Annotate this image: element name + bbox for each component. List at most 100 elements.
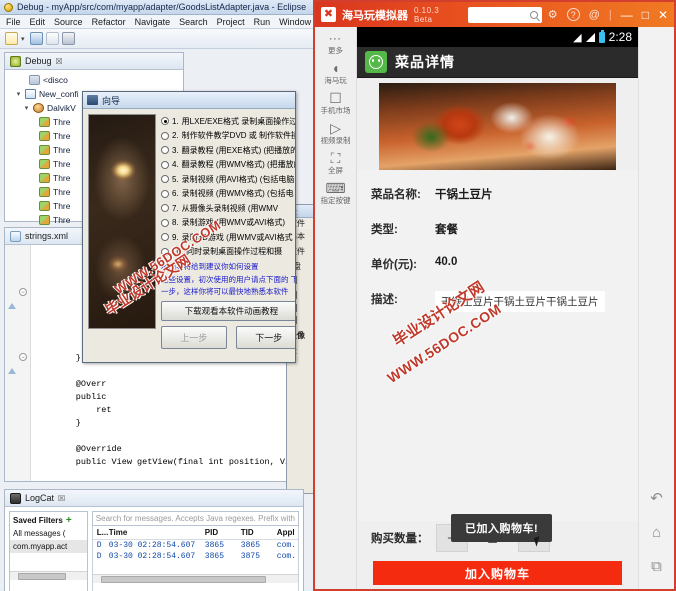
add-to-cart-button[interactable]: 加入购物车 [373,561,622,585]
logcat-search-input[interactable]: Search for messages. Accepts Java regexe… [91,511,299,526]
tab-logcat[interactable]: LogCat ☒ [5,490,303,507]
radio-icon[interactable] [161,218,169,227]
radio-icon[interactable] [161,160,169,169]
menu-project[interactable]: Project [217,17,245,27]
option-number: 4. [172,160,179,170]
radio-icon[interactable] [161,131,169,140]
scroll-thumb[interactable] [18,572,66,580]
logcat-hscrollbar[interactable] [92,574,298,583]
minimize-button[interactable]: — [621,8,633,22]
radio-icon[interactable] [161,175,169,184]
option-number: 10. [172,247,184,257]
gear-icon[interactable]: ⚙ [548,8,558,21]
wizard-option-9[interactable]: 9. 录制3D游戏 (用WMV或AVI格式 [161,230,295,245]
field-type: 类型: 套餐 [371,221,638,237]
menu-navigate[interactable]: Navigate [135,17,171,27]
radio-icon[interactable] [161,247,169,256]
tree-item-label: Thre [53,215,71,225]
sidebar-item-keymap[interactable]: ⌨ 指定按键 [315,178,357,208]
filter-com-myapp[interactable]: com.myapp.act [10,540,87,553]
tree-item-label: New_confi [39,89,79,99]
home-icon[interactable]: ⌂ [652,525,661,541]
chevron-down-icon[interactable]: ▾ [23,104,30,112]
close-icon[interactable]: ☒ [56,57,63,66]
menu-run[interactable]: Run [254,17,271,27]
radio-icon[interactable] [161,117,169,126]
filters-hscrollbar[interactable] [10,571,87,580]
override-marker-icon [8,368,16,374]
logcat-messages: Search for messages. Accepts Java regexe… [91,511,299,591]
field-label: 单价(元): [371,259,417,271]
wizard-dialog[interactable]: 向导 1. 用LXE/EXE格式 录制桌面操作过 2. 制作软件教学DVD 或 制作… [82,91,296,363]
account-icon[interactable]: @ [589,9,600,21]
field-dish-name: 菜品名称: 干锅土豆片 [371,186,638,202]
close-icon[interactable]: ☒ [58,494,65,503]
table-row[interactable]: D 03-30 02:28:54.607 3865 3865 com. [93,540,298,551]
tree-item-label: Thre [53,201,71,211]
recents-icon[interactable]: ⧉ [651,559,662,575]
radio-icon[interactable] [161,204,169,213]
wizard-option-10[interactable]: 10. 同时录制桌面操作过程和摄 [161,245,295,260]
radio-icon[interactable] [161,146,169,155]
eclipse-workbench: Debug ☒ <disco ▾ New_confi ▾ DalvikV Thr… [0,49,330,591]
emulator-version: 0.10.3 Beta [414,5,440,24]
sidebar-item-more[interactable]: ⋯ 更多 [315,29,357,58]
scroll-thumb[interactable] [100,575,266,583]
wizard-option-2[interactable]: 2. 制作软件教学DVD 或 制作软件操 [161,129,295,144]
field-value: 40.0 [435,256,458,268]
chevron-down-icon[interactable]: ▾ [15,90,22,98]
purchase-area: 购买数量： − 2 + 已加入购物车! 加入购物车 [357,514,638,589]
status-clock: 2:28 [608,30,632,44]
menu-edit[interactable]: Edit [30,17,46,27]
back-icon[interactable]: ↶ [650,491,663,507]
wizard-option-7[interactable]: 7. 从摄像头录制视频 (用WMV [161,201,295,216]
copy-icon[interactable] [45,32,59,45]
menu-window[interactable]: Window [279,17,311,27]
emulator-sidebar: ⋯ 更多 ◖ 海马玩 ☐ 手机市场 ▷ 视频录制 ⛶ 全屏 ⌨ 指定按键 [315,27,357,589]
help-icon[interactable]: ? [566,8,580,21]
tab-debug[interactable]: Debug ☒ [5,53,183,70]
fold-icon[interactable]: − [19,288,27,296]
sidebar-item-market[interactable]: ☐ 手机市场 [315,88,357,118]
thread-icon [39,145,50,155]
menu-file[interactable]: File [6,17,21,27]
maximize-button[interactable]: □ [642,8,649,22]
save-icon[interactable] [29,32,43,45]
sidebar-item-haimawan[interactable]: ◖ 海马玩 [315,58,357,88]
wizard-option-8[interactable]: 8. 录制游戏 (用WMV或AVI格式) [161,216,295,231]
print-icon[interactable] [61,32,75,45]
radio-icon[interactable] [161,189,169,198]
sidebar-item-label: 全屏 [328,166,343,175]
menu-source[interactable]: Source [54,17,83,27]
record-icon: ▷ [330,120,341,136]
search-input[interactable] [467,6,542,23]
option-label: 翻录教程 (用WMV格式) (把播放的 [181,160,296,170]
menu-search[interactable]: Search [179,17,208,27]
wizard-option-3[interactable]: 3. 翻录教程 (用EXE格式) (把播放的 [161,143,295,158]
sidebar-item-fullscreen[interactable]: ⛶ 全屏 [315,148,357,178]
tree-item-disconnected[interactable]: <disco [9,73,183,87]
new-file-icon[interactable] [5,32,18,45]
add-filter-icon[interactable]: + [66,515,72,526]
debug-icon [10,55,21,67]
download-tutorial-button[interactable]: 下载观看本软件动画教程 [161,300,295,321]
wizard-option-1[interactable]: 1. 用LXE/EXE格式 录制桌面操作过 [161,114,295,129]
wizard-option-4[interactable]: 4. 翻录教程 (用WMV格式) (把播放的 [161,158,296,173]
chevron-down-icon[interactable]: ▾ [21,35,25,43]
config-icon [25,89,36,99]
wizard-option-5[interactable]: 5. 录制视频 (用AVI格式) (包括电脑 [161,172,295,187]
option-number: 2. [172,131,179,141]
filter-all-messages[interactable]: All messages ( [10,527,87,540]
prev-button[interactable]: 上一步 [161,325,227,349]
menu-refactor[interactable]: Refactor [92,17,126,27]
radio-icon[interactable] [161,233,169,242]
table-row[interactable]: D 03-30 02:28:54.607 3865 3875 com. [93,551,298,562]
next-button[interactable]: 下一步 [235,325,295,349]
sidebar-item-record[interactable]: ▷ 视频录制 [315,118,357,148]
droid4x-emulator-window: ✖ 海马玩模拟器 0.10.3 Beta ⚙ ? @ | — □ ✕ ⋯ 更多 … [313,0,676,591]
close-button[interactable]: ✕ [658,8,668,22]
field-value: 干锅土豆片 [435,189,493,201]
thread-icon [39,159,50,169]
wizard-option-6[interactable]: 6. 录制视频 (用WMV格式) (包括电 [161,187,295,202]
fold-icon[interactable]: − [19,353,27,361]
